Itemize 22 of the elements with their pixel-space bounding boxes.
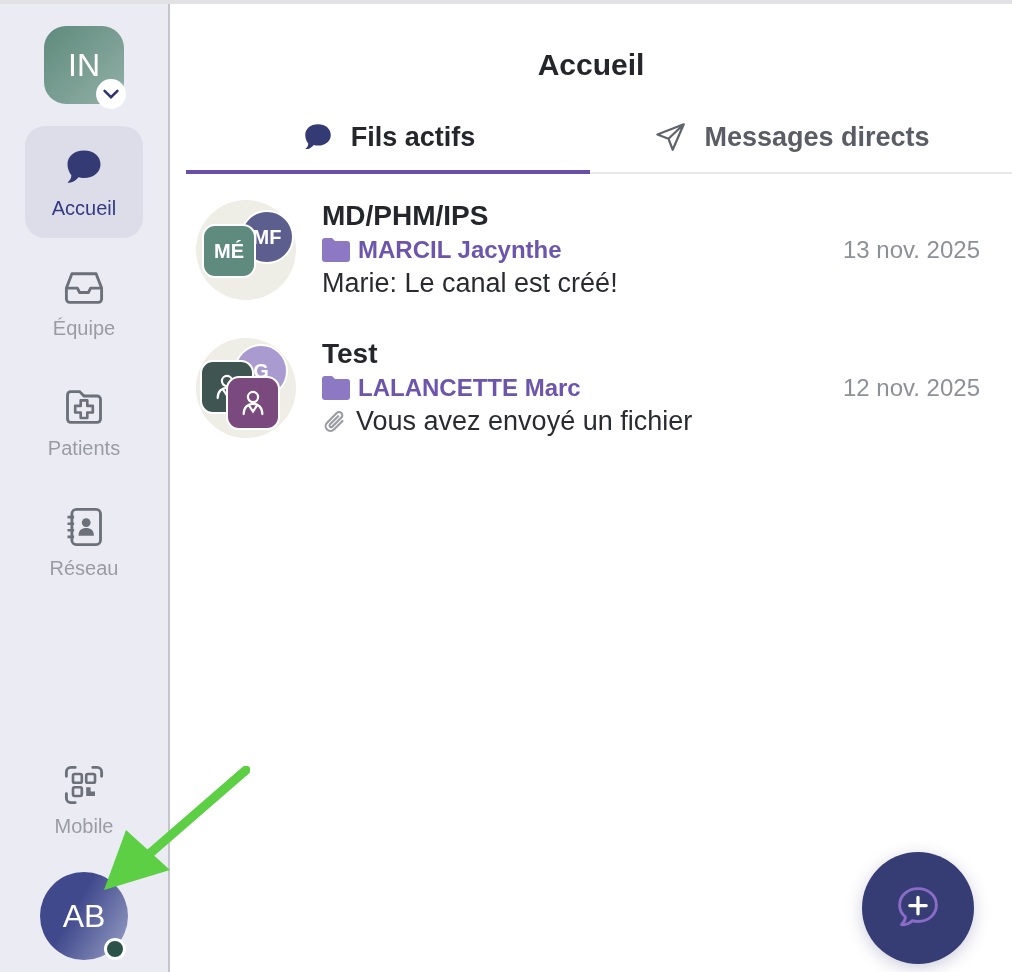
patient-name: MARCIL Jacynthe (358, 236, 563, 264)
thread-title: MD/PHM/IPS (322, 200, 490, 232)
nav-label: Patients (47, 436, 121, 460)
folder-icon (322, 376, 350, 400)
nav-label: Réseau (49, 556, 119, 580)
page-title: Accueil (536, 48, 646, 82)
thread-date: 12 nov. 2025 (843, 374, 980, 402)
nav-label: Accueil (51, 196, 117, 220)
tab[interactable]: Messages directs (590, 104, 994, 174)
new-message-button[interactable] (862, 852, 974, 964)
message-preview: Vous avez envoyé un fichier (356, 406, 693, 437)
patient-name: LALANCETTE Marc (358, 374, 582, 402)
thread-title: Test (322, 338, 379, 370)
nav-item[interactable]: Accueil (25, 126, 143, 238)
user-avatar[interactable]: AB (40, 872, 128, 960)
message-preview: Marie: Le canal est créé! (322, 268, 618, 299)
nav-label: Mobile (54, 814, 114, 838)
folder-icon (322, 238, 350, 262)
thread-date: 13 nov. 2025 (843, 236, 980, 264)
tab[interactable]: Fils actifs (186, 104, 590, 174)
chevron-down-icon (95, 78, 127, 110)
nav-label: Équipe (52, 316, 116, 340)
